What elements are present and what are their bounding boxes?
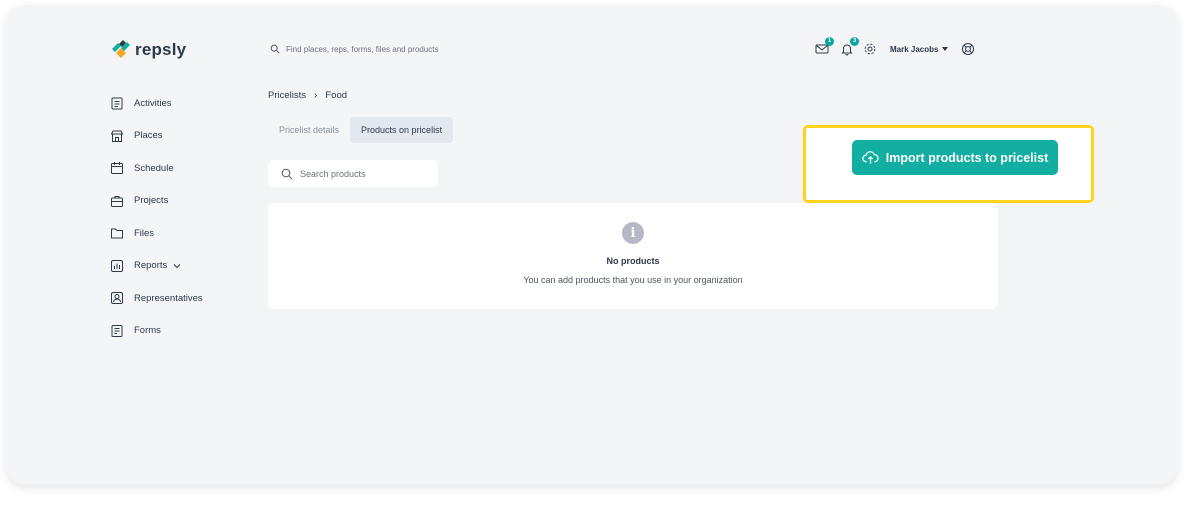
sidebar-item-label: Forms <box>134 325 161 337</box>
calendar-icon <box>111 162 123 175</box>
breadcrumb: Pricelists › Food <box>268 90 347 101</box>
sidebar-item-label: Places <box>134 130 163 142</box>
info-icon: i <box>622 222 644 244</box>
logo-text: repsly <box>135 40 187 59</box>
notifications-button[interactable]: 3 <box>839 37 859 57</box>
gear-icon <box>864 43 876 55</box>
repsly-logo-mark-icon <box>112 40 130 58</box>
sidebar-item-label: Files <box>134 227 155 239</box>
settings-button[interactable] <box>862 41 878 57</box>
sidebar-item-label: Representatives <box>134 292 203 304</box>
folder-icon <box>111 228 123 239</box>
tab-products-on-pricelist[interactable]: Products on pricelist <box>350 117 454 143</box>
briefcase-icon <box>111 195 123 207</box>
product-search-input[interactable] <box>300 168 420 179</box>
tab-bar: Pricelist details Products on pricelist <box>268 117 454 143</box>
header-actions: 1 3 Mark Jacobs <box>814 37 976 58</box>
app-window: repsly Find places, reps, forms, files a… <box>6 5 1178 485</box>
sidebar-item-label: Reports <box>134 260 168 272</box>
empty-state-title: No products <box>606 256 660 266</box>
sidebar-item-files[interactable]: Files <box>110 217 203 250</box>
sidebar-item-reports[interactable]: Reports <box>110 250 203 283</box>
store-icon <box>110 130 124 142</box>
tab-pricelist-details[interactable]: Pricelist details <box>268 117 350 143</box>
form-icon <box>111 324 123 337</box>
messages-badge: 1 <box>825 37 834 46</box>
product-search-box[interactable] <box>268 160 438 187</box>
sidebar-item-projects[interactable]: Projects <box>110 185 203 218</box>
import-button-label: Import products to pricelist <box>885 150 1049 165</box>
help-lifebuoy-icon <box>962 43 975 55</box>
import-highlight-callout: Import products to pricelist <box>803 125 1094 203</box>
chevron-down-icon[interactable] <box>942 47 949 51</box>
clipboard-icon <box>111 97 123 110</box>
sidebar-item-forms[interactable]: Forms <box>110 315 203 348</box>
empty-state-card: i No products You can add products that … <box>268 203 998 309</box>
sidebar-item-activities[interactable]: Activities <box>110 87 203 120</box>
sidebar-item-label: Activities <box>134 97 172 109</box>
sidebar: Activities Places Schedule Projects File… <box>110 87 203 347</box>
breadcrumb-pricelists-link[interactable]: Pricelists <box>268 90 306 101</box>
repsly-logo[interactable]: repsly <box>110 39 186 61</box>
search-icon <box>270 44 280 54</box>
notifications-badge: 3 <box>850 37 859 46</box>
chevron-right-icon: › <box>314 90 318 101</box>
sidebar-item-label: Schedule <box>134 162 174 174</box>
sidebar-item-representatives[interactable]: Representatives <box>110 282 203 315</box>
user-menu[interactable]: Mark Jacobs <box>890 45 938 54</box>
person-badge-icon <box>111 292 123 305</box>
search-icon <box>281 168 293 179</box>
chart-icon <box>111 259 123 272</box>
messages-button[interactable]: 1 <box>814 37 834 57</box>
help-button[interactable] <box>960 41 976 57</box>
sidebar-item-places[interactable]: Places <box>110 120 203 153</box>
sidebar-item-label: Projects <box>134 195 169 207</box>
global-search[interactable]: Find places, reps, forms, files and prod… <box>270 44 439 54</box>
cloud-upload-icon <box>862 151 879 164</box>
empty-state-subtitle: You can add products that you use in you… <box>523 275 743 285</box>
breadcrumb-current: Food <box>325 90 348 101</box>
global-search-text: Find places, reps, forms, files and prod… <box>286 44 439 54</box>
chevron-down-icon <box>173 263 181 268</box>
import-products-button[interactable]: Import products to pricelist <box>852 140 1058 175</box>
sidebar-item-schedule[interactable]: Schedule <box>110 152 203 185</box>
